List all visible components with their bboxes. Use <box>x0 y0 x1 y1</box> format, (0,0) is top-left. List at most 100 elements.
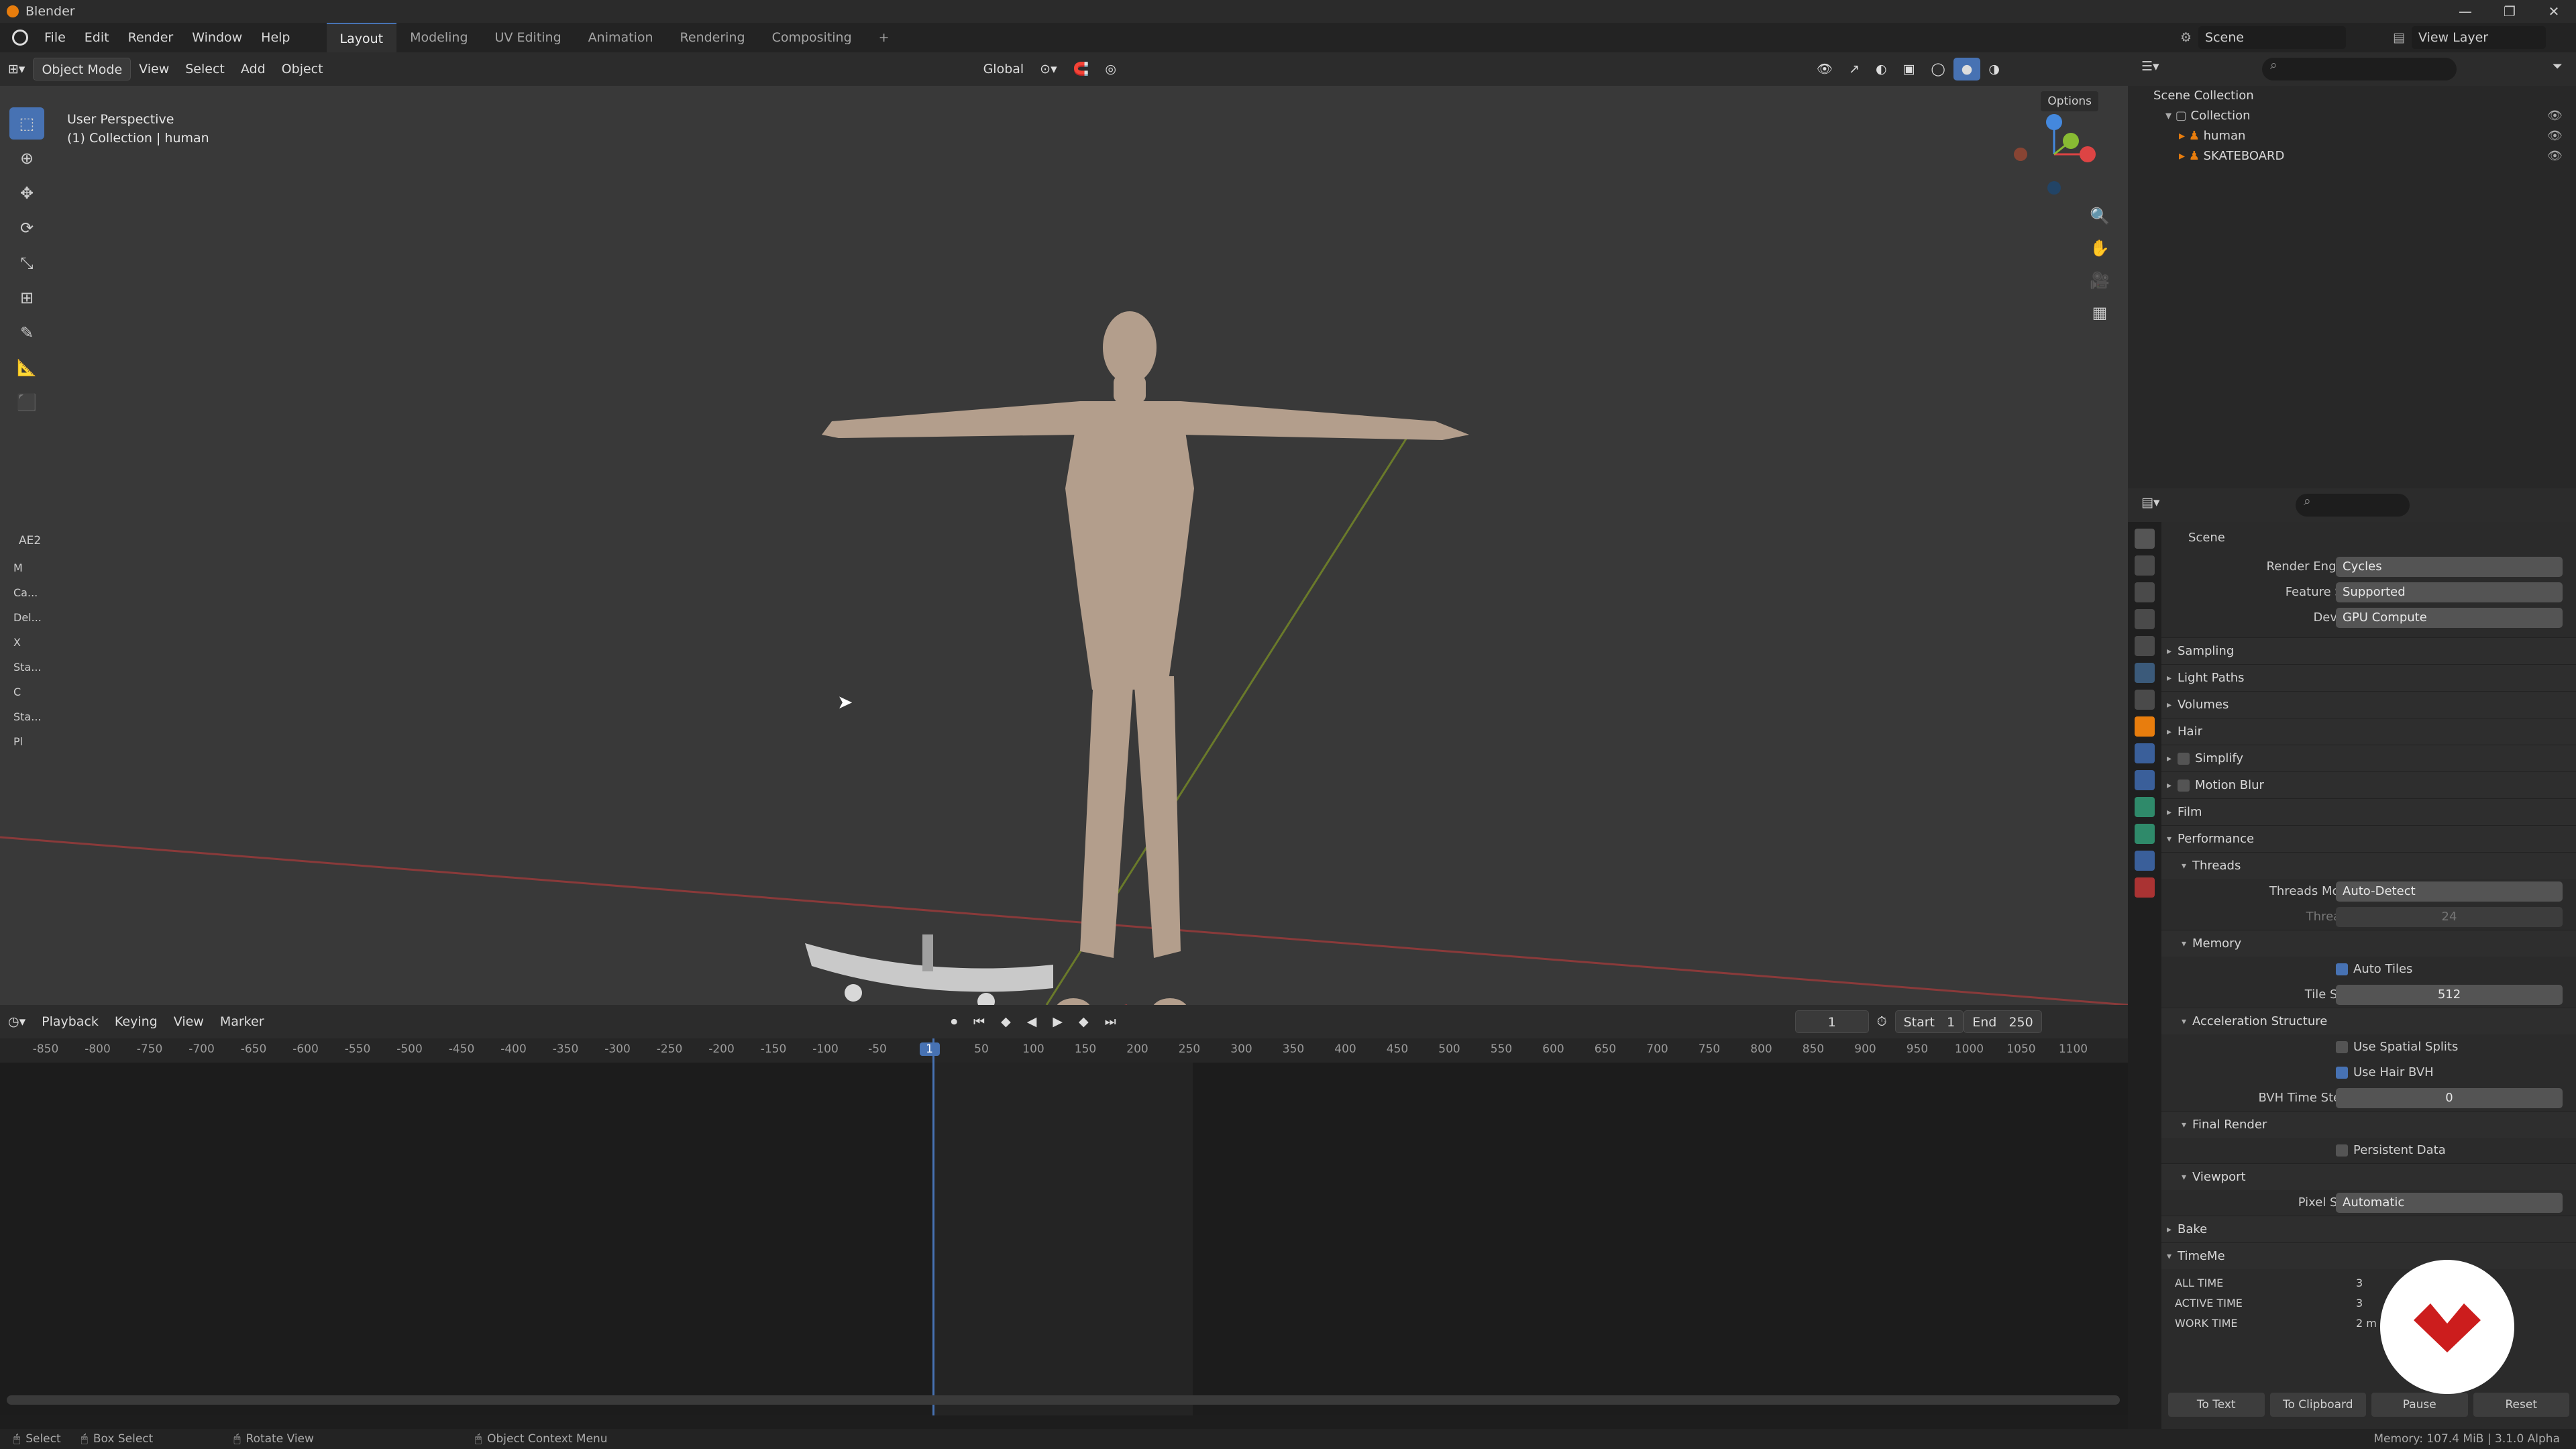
section-hair[interactable]: ▸ Hair <box>2161 718 2576 745</box>
start-frame-field[interactable]: Start 1 <box>1894 1010 1964 1033</box>
menu-file[interactable]: File <box>35 30 75 45</box>
menu-select[interactable]: Select <box>177 58 233 80</box>
menu-help[interactable]: Help <box>252 30 299 45</box>
side-item-c[interactable]: C <box>13 680 44 704</box>
play-reverse-icon[interactable]: ◀ <box>1019 1010 1045 1033</box>
shading-material-icon[interactable]: ◑ <box>1980 58 2008 80</box>
camera-icon[interactable]: 🎥 <box>2085 264 2114 297</box>
end-frame-field[interactable]: End 250 <box>1964 1010 2042 1033</box>
to-text-button[interactable]: To Text <box>2168 1393 2265 1417</box>
feature-set-dropdown[interactable]: Supported <box>2336 582 2563 602</box>
tab-animation[interactable]: Animation <box>575 23 667 52</box>
close-icon[interactable]: ✕ <box>2532 0 2576 23</box>
render-tab-icon[interactable] <box>2135 555 2155 576</box>
section-timeme[interactable]: ▾ TimeMe <box>2161 1242 2576 1269</box>
outliner-row-human[interactable]: ▸ ♟ human 👁 <box>2128 126 2576 146</box>
subsection-final-render[interactable]: ▾ Final Render <box>2161 1111 2576 1138</box>
physics-tab-icon[interactable] <box>2135 797 2155 817</box>
visibility-icon[interactable]: 👁 <box>1809 58 1841 80</box>
snap-icon[interactable]: 🧲 <box>1065 58 1097 80</box>
section-volumes[interactable]: ▸ Volumes <box>2161 691 2576 718</box>
menu-timeline-view[interactable]: View <box>166 1010 212 1033</box>
properties-editor-icon[interactable]: ▤▾ <box>2141 495 2160 510</box>
to-clipboard-button[interactable]: To Clipboard <box>2269 1393 2366 1417</box>
menu-render[interactable]: Render <box>119 30 183 45</box>
threads-mode-dropdown[interactable]: Auto-Detect <box>2336 881 2563 902</box>
output-tab-icon[interactable] <box>2135 582 2155 602</box>
pivot-icon[interactable]: ⊙▾ <box>1032 58 1065 80</box>
pixel-size-dropdown[interactable]: Automatic <box>2336 1193 2563 1213</box>
material-tab-icon[interactable] <box>2135 877 2155 898</box>
tab-uv-editing[interactable]: UV Editing <box>482 23 575 52</box>
move-tool-icon[interactable]: ✥ <box>9 177 44 209</box>
scale-tool-icon[interactable]: ⤡ <box>9 247 44 279</box>
view-layer-selector[interactable]: View Layer <box>2412 26 2546 49</box>
menu-keying[interactable]: Keying <box>107 1010 166 1033</box>
xray-icon[interactable]: ▣ <box>1895 58 1923 80</box>
editor-type-icon[interactable]: ⊞▾ <box>0 58 33 80</box>
simplify-checkbox[interactable] <box>2178 753 2190 765</box>
add-cube-tool-icon[interactable]: ⬛ <box>9 386 44 419</box>
minimize-icon[interactable]: — <box>2443 0 2487 23</box>
menu-edit[interactable]: Edit <box>75 30 119 45</box>
timeline-scrollbar[interactable] <box>7 1395 2120 1405</box>
collection-tab-icon[interactable] <box>2135 690 2155 710</box>
shading-wireframe-icon[interactable]: ◯ <box>1923 58 1953 80</box>
transform-orientation-dropdown[interactable]: Global <box>975 58 1032 80</box>
subsection-threads[interactable]: ▾ Threads <box>2161 852 2576 879</box>
transform-tool-icon[interactable]: ⊞ <box>9 282 44 314</box>
pan-hand-icon[interactable]: ✋ <box>2085 232 2114 264</box>
spatial-splits-checkbox[interactable] <box>2336 1041 2348 1053</box>
grid-perspective-icon[interactable]: ▦ <box>2085 297 2114 329</box>
record-icon[interactable]: ⏺ <box>943 1010 966 1033</box>
persistent-data-checkbox[interactable] <box>2336 1144 2348 1157</box>
current-frame-field[interactable]: 1 <box>1794 1010 1869 1033</box>
properties-search-input[interactable]: ⌕ <box>2296 494 2410 517</box>
3d-viewport[interactable]: User Perspective (1) Collection | human … <box>0 86 2128 1005</box>
section-bake[interactable]: ▸ Bake <box>2161 1216 2576 1242</box>
section-motion-blur[interactable]: ▸ Motion Blur <box>2161 771 2576 798</box>
zoom-icon[interactable]: 🔍 <box>2085 200 2114 232</box>
section-sampling[interactable]: ▸ Sampling <box>2161 637 2576 664</box>
tab-rendering[interactable]: Rendering <box>667 23 759 52</box>
cursor-tool-icon[interactable]: ⊕ <box>9 142 44 174</box>
overlay-icon[interactable]: ◐ <box>1868 58 1895 80</box>
menu-object[interactable]: Object <box>274 58 331 80</box>
section-simplify[interactable]: ▸ Simplify <box>2161 745 2576 771</box>
proportional-icon[interactable]: ◎ <box>1097 58 1124 80</box>
play-icon[interactable]: ▶ <box>1044 1010 1071 1033</box>
constraints-tab-icon[interactable] <box>2135 824 2155 844</box>
view-layer-tab-icon[interactable] <box>2135 609 2155 629</box>
scene-tab-icon[interactable] <box>2135 636 2155 656</box>
outliner-row-collection[interactable]: ▾ ▢ Collection 👁 <box>2128 106 2576 126</box>
pause-button[interactable]: Pause <box>2371 1393 2468 1417</box>
side-item-ca[interactable]: Ca... <box>13 580 44 605</box>
world-tab-icon[interactable] <box>2135 663 2155 683</box>
timeline-editor-icon[interactable]: ◷▾ <box>0 1010 34 1033</box>
particles-tab-icon[interactable] <box>2135 770 2155 790</box>
object-tab-icon[interactable] <box>2135 716 2155 737</box>
menu-playback[interactable]: Playback <box>34 1010 107 1033</box>
jump-end-icon[interactable]: ⏭ <box>1097 1010 1124 1033</box>
outliner-row-scene-collection[interactable]: Scene Collection <box>2128 86 2576 106</box>
menu-add[interactable]: Add <box>233 58 274 80</box>
side-item-del[interactable]: Del... <box>13 605 44 630</box>
jump-start-icon[interactable]: ⏮ <box>965 1010 993 1033</box>
reset-button[interactable]: Reset <box>2473 1393 2569 1417</box>
add-workspace-button[interactable]: + <box>865 23 903 52</box>
visibility-eye-icon[interactable]: 👁 <box>2547 146 2563 166</box>
visibility-eye-icon[interactable]: 👁 <box>2547 106 2563 126</box>
modifier-tab-icon[interactable] <box>2135 743 2155 763</box>
gizmo-toggle-icon[interactable]: ↗ <box>1841 58 1868 80</box>
tab-layout[interactable]: Layout <box>326 23 397 52</box>
blender-menu-icon[interactable] <box>12 30 28 46</box>
stopwatch-icon[interactable]: ⏱ <box>1869 1010 1895 1033</box>
annotate-tool-icon[interactable]: ✎ <box>9 317 44 349</box>
section-light-paths[interactable]: ▸ Light Paths <box>2161 664 2576 691</box>
tool-tab-icon[interactable] <box>2135 529 2155 549</box>
scene-selector[interactable]: Scene <box>2198 26 2347 49</box>
menu-window[interactable]: Window <box>182 30 252 45</box>
outliner-row-skateboard[interactable]: ▸ ♟ SKATEBOARD 👁 <box>2128 146 2576 166</box>
tab-compositing[interactable]: Compositing <box>759 23 865 52</box>
menu-view[interactable]: View <box>131 58 177 80</box>
